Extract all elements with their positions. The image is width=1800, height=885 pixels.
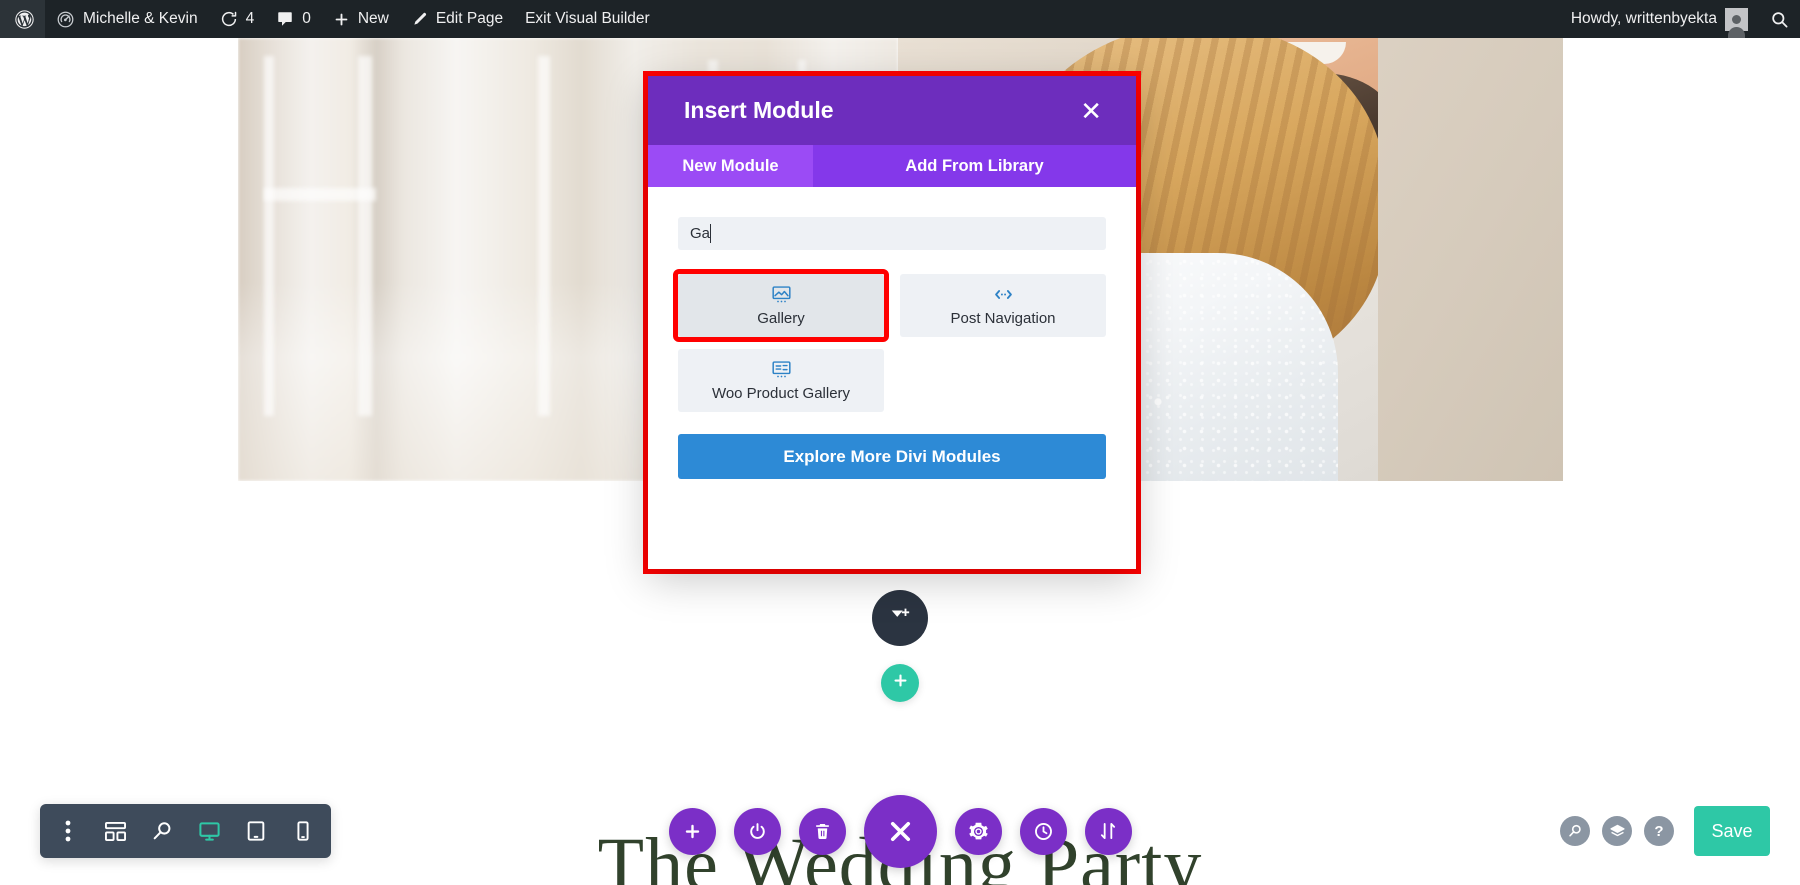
builder-right-controls: ? Save [1560,804,1770,858]
tablet-icon [246,820,266,842]
insert-module-circle-button[interactable] [872,590,928,646]
insert-module-icon [889,605,911,632]
site-name-label: Michelle & Kevin [83,10,198,27]
plus-icon [683,822,702,841]
zoom-view-button[interactable] [148,817,176,845]
module-results-grid: Gallery Post Navigation Woo Product Gall… [673,269,1106,412]
clock-icon [1033,821,1054,842]
text-caret [710,224,711,243]
save-button[interactable]: Save [1694,806,1770,856]
wordpress-logo-icon [14,9,35,30]
plus-icon [892,672,909,694]
search-icon [1770,10,1789,29]
module-card-gallery[interactable]: Gallery [678,274,884,337]
search-icon [1567,823,1583,839]
code-arrows-icon [993,284,1014,305]
module-search-wrap [678,217,1106,250]
portability-button[interactable] [1084,807,1132,855]
avatar-icon [1725,7,1748,38]
module-card-post-navigation[interactable]: Post Navigation [900,274,1106,337]
exit-visual-builder-button[interactable]: Exit Visual Builder [514,0,661,38]
delete-button[interactable] [798,807,846,855]
sort-arrows-icon [1098,821,1118,841]
module-card-woo-product-gallery[interactable]: Woo Product Gallery [678,349,884,412]
new-label: New [357,10,389,27]
gallery-module-annotation: Gallery [673,269,889,342]
layers-button[interactable] [1602,816,1632,846]
module-search-input[interactable] [678,217,1106,250]
explore-more-divi-modules-button[interactable]: Explore More Divi Modules [678,434,1106,479]
modal-body: Gallery Post Navigation [648,187,1136,569]
layers-icon [1609,823,1626,840]
revisions-count: 4 [245,10,255,27]
more-vertical-icon [65,820,71,842]
zoom-out-icon [151,820,173,842]
desktop-icon [198,820,221,843]
module-card-label: Gallery [757,310,805,327]
add-module-button[interactable] [668,807,716,855]
modal-title: Insert Module [684,97,834,123]
close-icon[interactable]: ✕ [1074,94,1108,128]
canvas-left-gutter [0,38,238,481]
comments-count: 0 [302,10,311,27]
wireframe-view-button[interactable] [101,817,129,845]
edit-page-button[interactable]: Edit Page [400,0,514,38]
product-gallery-icon [771,359,792,380]
new-content-button[interactable]: New [322,0,400,38]
modal-header: Insert Module ✕ [648,76,1136,145]
tab-add-from-library[interactable]: Add From Library [813,145,1136,187]
insert-module-annotation-box: Insert Module ✕ New Module Add From Libr… [643,71,1141,574]
gear-icon [968,821,989,842]
canvas-right-gutter [1563,38,1800,481]
editing-history-button[interactable] [1019,807,1067,855]
help-button[interactable]: ? [1644,816,1674,846]
plus-icon [333,11,350,28]
module-card-label: Woo Product Gallery [711,385,851,402]
add-new-section-button[interactable] [881,664,919,702]
tab-new-module[interactable]: New Module [648,145,813,187]
image-gallery-icon [771,284,792,305]
pencil-icon [411,11,428,28]
phone-view-button[interactable] [289,817,317,845]
close-x-icon [885,816,916,847]
account-menu[interactable]: Howdy, writtenbyekta [1560,0,1759,38]
power-undo-icon [747,821,768,842]
howdy-label: Howdy, writtenbyekta [1570,10,1717,27]
admin-search-button[interactable] [1759,0,1800,38]
more-options-button[interactable] [54,817,82,845]
wp-admin-bar: Michelle & Kevin 4 0 New Edit Page Exit … [0,0,1800,38]
comment-bubble-icon [276,10,294,28]
revisions-button[interactable]: 4 [209,0,266,38]
wordpress-logo-button[interactable] [0,0,45,38]
comments-button[interactable]: 0 [265,0,322,38]
phone-icon [296,820,310,842]
builder-view-toolbar [40,804,331,858]
close-settings-button[interactable] [863,794,937,868]
visual-builder-screen: Michelle & Kevin 4 0 New Edit Page Exit … [0,0,1800,885]
revisions-icon [220,10,238,28]
tablet-view-button[interactable] [242,817,270,845]
undo-redo-button[interactable] [733,807,781,855]
page-settings-button[interactable] [954,807,1002,855]
site-name-button[interactable]: Michelle & Kevin [45,0,209,38]
module-card-label: Post Navigation [950,310,1056,327]
edit-page-label: Edit Page [435,10,504,27]
dashboard-icon [56,10,75,29]
search-button[interactable] [1560,816,1590,846]
modal-tabs: New Module Add From Library [648,145,1136,187]
desktop-view-button[interactable] [195,817,223,845]
insert-module-modal: Insert Module ✕ New Module Add From Libr… [648,76,1136,569]
wireframe-icon [104,821,127,842]
trash-icon [813,822,832,841]
exit-visual-builder-label: Exit Visual Builder [525,10,650,27]
